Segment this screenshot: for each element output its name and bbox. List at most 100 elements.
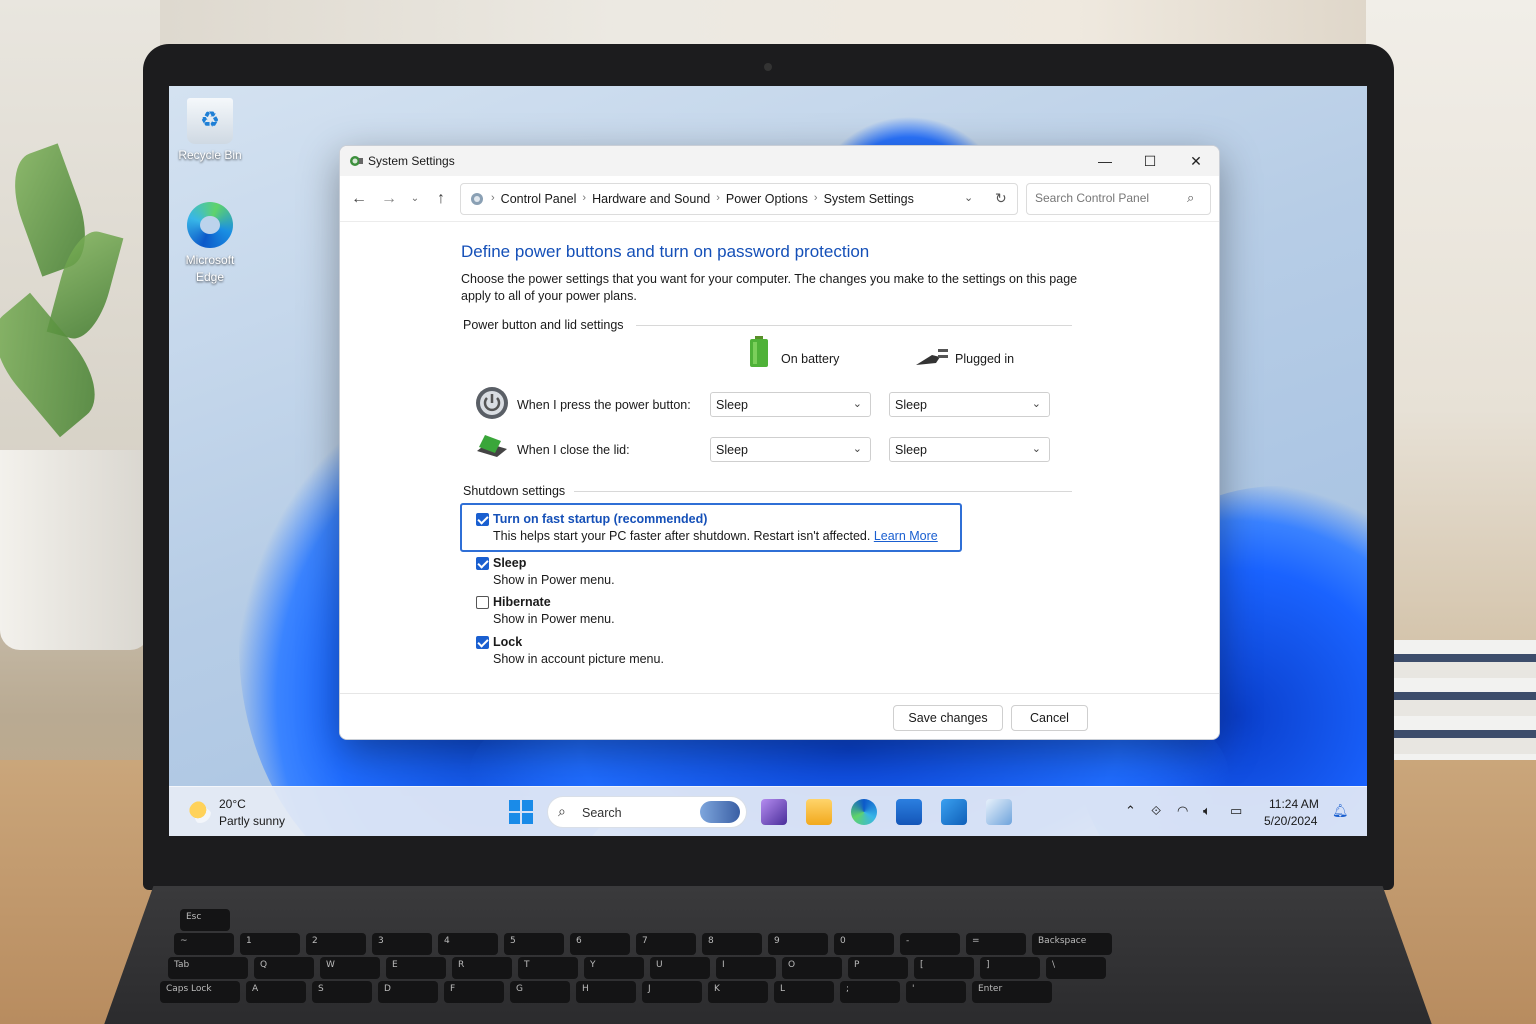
keyboard-key: J (642, 981, 702, 1003)
show-hidden-icons-chevron-icon[interactable]: ⌃ (1125, 803, 1136, 819)
keyboard-key: = (966, 933, 1026, 955)
keyboard-key: A (246, 981, 306, 1003)
laptop-lid-icon (477, 435, 507, 457)
clock-date[interactable]: 5/20/2024 (1264, 814, 1317, 828)
back-arrow-icon[interactable]: ← (348, 188, 370, 210)
keyboard-key: Caps Lock (160, 981, 240, 1003)
plant-pot (0, 450, 150, 650)
refresh-icon[interactable]: ↻ (995, 190, 1007, 207)
close-lid-on-battery-select[interactable]: Sleep ⌄ (710, 437, 871, 462)
learn-more-link[interactable]: Learn More (874, 529, 938, 543)
breadcrumb-system-settings[interactable]: System Settings (824, 192, 914, 206)
close-button[interactable]: ✕ (1173, 146, 1219, 176)
fast-startup-label: Turn on fast startup (recommended) (493, 512, 708, 526)
battery-icon (750, 336, 768, 367)
dialog-footer: Save changes Cancel (340, 693, 1219, 739)
keyboard-key: ' (906, 981, 966, 1003)
microsoft-store-icon[interactable] (896, 799, 922, 825)
title-bar[interactable]: System Settings — ☐ ✕ (340, 146, 1219, 176)
file-explorer-icon[interactable] (806, 799, 832, 825)
breadcrumb-separator-icon: › (813, 192, 818, 204)
chevron-down-icon: ⌄ (852, 443, 862, 455)
system-settings-window: System Settings — ☐ ✕ ← → ⌄ ↑ › Control … (339, 145, 1220, 740)
keyboard-key: - (900, 933, 960, 955)
taskbar-search[interactable]: ⌕ Search (547, 796, 747, 828)
search-icon: ⌕ (558, 803, 566, 819)
battery-status-icon[interactable]: ▭ (1230, 803, 1242, 819)
save-changes-button[interactable]: Save changes (893, 705, 1003, 731)
breadcrumb-separator-icon: › (716, 192, 720, 204)
search-input[interactable] (1035, 191, 1185, 205)
power-button-label: When I press the power button: (517, 398, 691, 412)
weather-description[interactable]: Partly sunny (219, 814, 285, 828)
keyboard-key: 1 (240, 933, 300, 955)
address-dropdown-chevron-icon[interactable]: ⌄ (964, 191, 973, 204)
up-arrow-icon[interactable]: ↑ (430, 188, 452, 210)
widgets-icon[interactable] (761, 799, 787, 825)
hibernate-checkbox[interactable] (476, 596, 489, 609)
breadcrumb-power-options[interactable]: Power Options (726, 192, 808, 206)
outlook-icon[interactable] (941, 799, 967, 825)
keyboard-key: Enter (972, 981, 1052, 1003)
recent-locations-chevron-icon[interactable]: ⌄ (404, 188, 426, 210)
power-plug-icon (916, 349, 948, 365)
power-button-on-battery-select[interactable]: Sleep ⌄ (710, 392, 871, 417)
keyboard-key: 0 (834, 933, 894, 955)
search-box[interactable]: ⌕ (1026, 183, 1211, 215)
forward-arrow-icon[interactable]: → (378, 188, 400, 210)
address-bar[interactable]: › Control Panel › Hardware and Sound › P… (460, 183, 1018, 215)
cancel-button[interactable]: Cancel (1011, 705, 1088, 731)
wifi-icon[interactable]: ◠ (1177, 803, 1188, 819)
keyboard-key: 9 (768, 933, 828, 955)
section-divider (574, 491, 1072, 492)
breadcrumb-control-panel[interactable]: Control Panel (501, 192, 577, 206)
taskbar-search-label: Search (582, 806, 622, 820)
notification-bell-icon[interactable]: 🔔︎ (1332, 803, 1349, 819)
control-panel-app-icon[interactable] (986, 799, 1012, 825)
window-title: System Settings (368, 154, 455, 168)
search-icon[interactable]: ⌕ (1187, 190, 1194, 206)
lock-checkbox[interactable] (476, 636, 489, 649)
breadcrumb-hardware-and-sound[interactable]: Hardware and Sound (592, 192, 710, 206)
keyboard-key: U (650, 957, 710, 979)
lock-option-description: Show in account picture menu. (493, 652, 664, 666)
navigation-bar: ← → ⌄ ↑ › Control Panel › Hardware and S… (340, 176, 1219, 222)
keyboard-key: L (774, 981, 834, 1003)
breadcrumb-separator-icon: › (491, 192, 495, 204)
lock-option-label: Lock (493, 635, 523, 649)
page-title: Define power buttons and turn on passwor… (461, 242, 870, 261)
power-button-plugged-in-select[interactable]: Sleep ⌄ (889, 392, 1050, 417)
maximize-button[interactable]: ☐ (1127, 146, 1173, 176)
fast-startup-checkbox[interactable] (476, 513, 489, 526)
clock-time[interactable]: 11:24 AM (1269, 797, 1319, 811)
close-lid-label: When I close the lid: (517, 443, 630, 457)
keyboard-key: [ (914, 957, 974, 979)
edge-icon (187, 202, 233, 248)
select-value: Sleep (895, 443, 927, 457)
keyboard-key: 3 (372, 933, 432, 955)
keyboard-key: Tab (168, 957, 248, 979)
sleep-checkbox[interactable] (476, 557, 489, 570)
keyboard-key: O (782, 957, 842, 979)
select-value: Sleep (895, 398, 927, 412)
volume-icon[interactable]: 🔈︎ (1203, 803, 1211, 819)
start-button-windows-icon[interactable] (509, 800, 533, 824)
fast-startup-focus-box (460, 503, 962, 552)
minimize-button[interactable]: — (1082, 146, 1128, 176)
desktop-icon-label: Recycle Bin (178, 148, 242, 162)
keyboard-key: Backspace (1032, 933, 1112, 955)
edge-browser-icon[interactable] (851, 799, 877, 825)
partly-sunny-icon[interactable] (189, 801, 211, 823)
weather-temperature[interactable]: 20°C (219, 797, 246, 811)
select-value: Sleep (716, 443, 748, 457)
key-esc: Esc (180, 909, 230, 931)
keyboard-key: Q (254, 957, 314, 979)
network-icon[interactable]: ⟐ (1151, 803, 1161, 819)
desktop-icon-recycle-bin[interactable]: Recycle Bin (170, 98, 250, 162)
chevron-down-icon: ⌄ (852, 398, 862, 410)
chevron-down-icon: ⌄ (1031, 443, 1041, 455)
hibernate-option-label: Hibernate (493, 595, 551, 609)
desktop-icon-edge[interactable]: Microsoft Edge (170, 202, 250, 286)
close-lid-plugged-in-select[interactable]: Sleep ⌄ (889, 437, 1050, 462)
keyboard-row: Esc (180, 909, 230, 931)
